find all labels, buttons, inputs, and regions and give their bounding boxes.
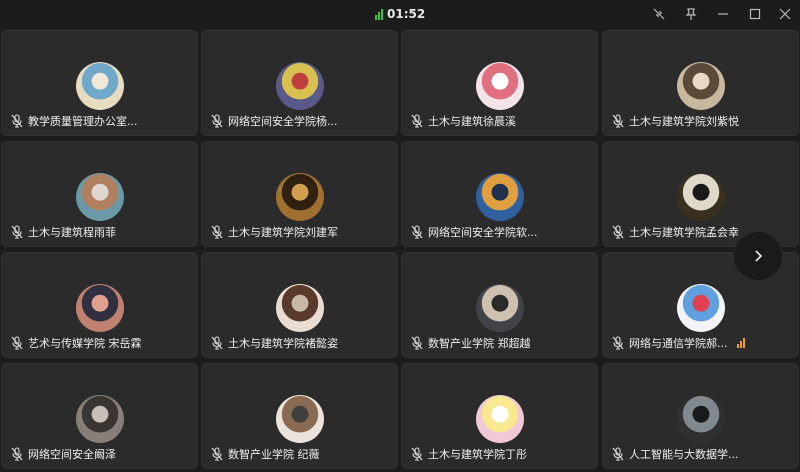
next-page-button[interactable] <box>733 231 783 281</box>
avatar <box>476 173 524 221</box>
avatar <box>276 284 324 332</box>
participant-name: 人工智能与大数据学... <box>629 448 739 461</box>
signal-strength-icon <box>375 8 383 20</box>
participant-tile[interactable]: 土木与建筑学院丁彤 <box>401 363 598 469</box>
title-bar: 01:52 <box>0 0 800 28</box>
maximize-icon <box>749 8 761 20</box>
avatar <box>76 62 124 110</box>
participant-name: 网络与通信学院郝... <box>629 337 728 350</box>
participant-tile[interactable]: 土木与建筑学院孟会幸 <box>602 141 799 247</box>
participant-name: 土木与建筑徐晨溪 <box>428 115 516 128</box>
mic-muted-icon <box>211 447 223 461</box>
nameplate: 网络与通信学院郝... <box>612 335 790 351</box>
nameplate: 土木与建筑徐晨溪 <box>411 113 589 129</box>
avatar <box>677 284 725 332</box>
participant-name: 教学质量管理办公室... <box>28 115 138 128</box>
minimize-icon <box>718 13 728 15</box>
avatar <box>76 395 124 443</box>
participant-tile[interactable]: 土木与建筑学院刘建军 <box>201 141 398 247</box>
mic-muted-icon <box>211 225 223 239</box>
nameplate: 人工智能与大数据学... <box>612 446 790 462</box>
minimize-button[interactable] <box>712 4 734 24</box>
speaking-indicator-icon <box>736 338 745 348</box>
participant-tile[interactable]: 土木与建筑学院刘紫悦 <box>602 30 799 136</box>
participant-tile[interactable]: 人工智能与大数据学... <box>602 363 799 469</box>
participant-name: 网络空间安全学院软... <box>428 226 538 239</box>
nameplate: 网络空间安全学院杨... <box>211 113 389 129</box>
mic-muted-icon <box>11 114 23 128</box>
call-timer: 01:52 <box>375 6 425 22</box>
participant-name: 艺术与传媒学院 宋岳霖 <box>28 337 142 350</box>
mic-muted-icon <box>211 336 223 350</box>
nameplate: 土木与建筑学院丁彤 <box>411 446 589 462</box>
minimize-to-float-button[interactable] <box>648 4 670 24</box>
pin-icon <box>685 8 697 20</box>
mic-muted-icon <box>11 447 23 461</box>
avatar <box>76 284 124 332</box>
nameplate: 数智产业学院 纪薇 <box>211 446 389 462</box>
minimize-to-float-icon <box>653 8 665 20</box>
nameplate: 土木与建筑程雨菲 <box>11 224 189 240</box>
mic-muted-icon <box>612 336 624 350</box>
participant-name: 土木与建筑学院孟会幸 <box>629 226 739 239</box>
mic-muted-icon <box>11 336 23 350</box>
participant-name: 土木与建筑学院褚懿姿 <box>228 337 338 350</box>
nameplate: 土木与建筑学院褚懿姿 <box>211 335 389 351</box>
participant-tile[interactable]: 网络空间安全阚泽 <box>1 363 198 469</box>
mic-muted-icon <box>411 225 423 239</box>
mic-muted-icon <box>211 114 223 128</box>
participant-tile[interactable]: 艺术与传媒学院 宋岳霖 <box>1 252 198 358</box>
avatar <box>276 395 324 443</box>
participant-name: 数智产业学院 纪薇 <box>228 448 320 461</box>
avatar <box>476 62 524 110</box>
participant-name: 土木与建筑学院刘紫悦 <box>629 115 739 128</box>
nameplate: 教学质量管理办公室... <box>11 113 189 129</box>
close-icon <box>779 8 791 20</box>
mic-muted-icon <box>11 225 23 239</box>
participant-tile[interactable]: 土木与建筑学院褚懿姿 <box>201 252 398 358</box>
nameplate: 网络空间安全阚泽 <box>11 446 189 462</box>
participant-tile[interactable]: 数智产业学院 纪薇 <box>201 363 398 469</box>
avatar <box>677 395 725 443</box>
close-button[interactable] <box>774 4 796 24</box>
maximize-button[interactable] <box>744 4 766 24</box>
avatar <box>276 173 324 221</box>
pin-button[interactable] <box>680 4 702 24</box>
mic-muted-icon <box>411 447 423 461</box>
nameplate: 土木与建筑学院刘建军 <box>211 224 389 240</box>
mic-muted-icon <box>411 114 423 128</box>
mic-muted-icon <box>612 447 624 461</box>
nameplate: 艺术与传媒学院 宋岳霖 <box>11 335 189 351</box>
participant-name: 土木与建筑学院刘建军 <box>228 226 338 239</box>
mic-muted-icon <box>612 225 624 239</box>
nameplate: 土木与建筑学院刘紫悦 <box>612 113 790 129</box>
participant-tile[interactable]: 教学质量管理办公室... <box>1 30 198 136</box>
participant-tile[interactable]: 土木与建筑徐晨溪 <box>401 30 598 136</box>
avatar <box>476 284 524 332</box>
call-duration: 01:52 <box>387 7 426 21</box>
avatar <box>76 173 124 221</box>
avatar <box>677 62 725 110</box>
participant-name: 土木与建筑程雨菲 <box>28 226 116 239</box>
participant-grid: 教学质量管理办公室... 网络空间安全学院杨... 土木与建筑徐晨溪 土木与建筑学院刘… <box>0 30 800 472</box>
chevron-right-icon <box>755 250 763 262</box>
participant-tile[interactable]: 网络空间安全学院杨... <box>201 30 398 136</box>
participant-tile[interactable]: 土木与建筑程雨菲 <box>1 141 198 247</box>
participant-tile[interactable]: 数智产业学院 郑超越 <box>401 252 598 358</box>
avatar <box>677 173 725 221</box>
avatar <box>476 395 524 443</box>
nameplate: 网络空间安全学院软... <box>411 224 589 240</box>
mic-muted-icon <box>612 114 624 128</box>
participant-name: 数智产业学院 郑超越 <box>428 337 531 350</box>
participant-name: 网络空间安全学院杨... <box>228 115 338 128</box>
participant-tile[interactable]: 网络空间安全学院软... <box>401 141 598 247</box>
avatar <box>276 62 324 110</box>
participant-name: 网络空间安全阚泽 <box>28 448 116 461</box>
nameplate: 数智产业学院 郑超越 <box>411 335 589 351</box>
participant-name: 土木与建筑学院丁彤 <box>428 448 527 461</box>
mic-muted-icon <box>411 336 423 350</box>
